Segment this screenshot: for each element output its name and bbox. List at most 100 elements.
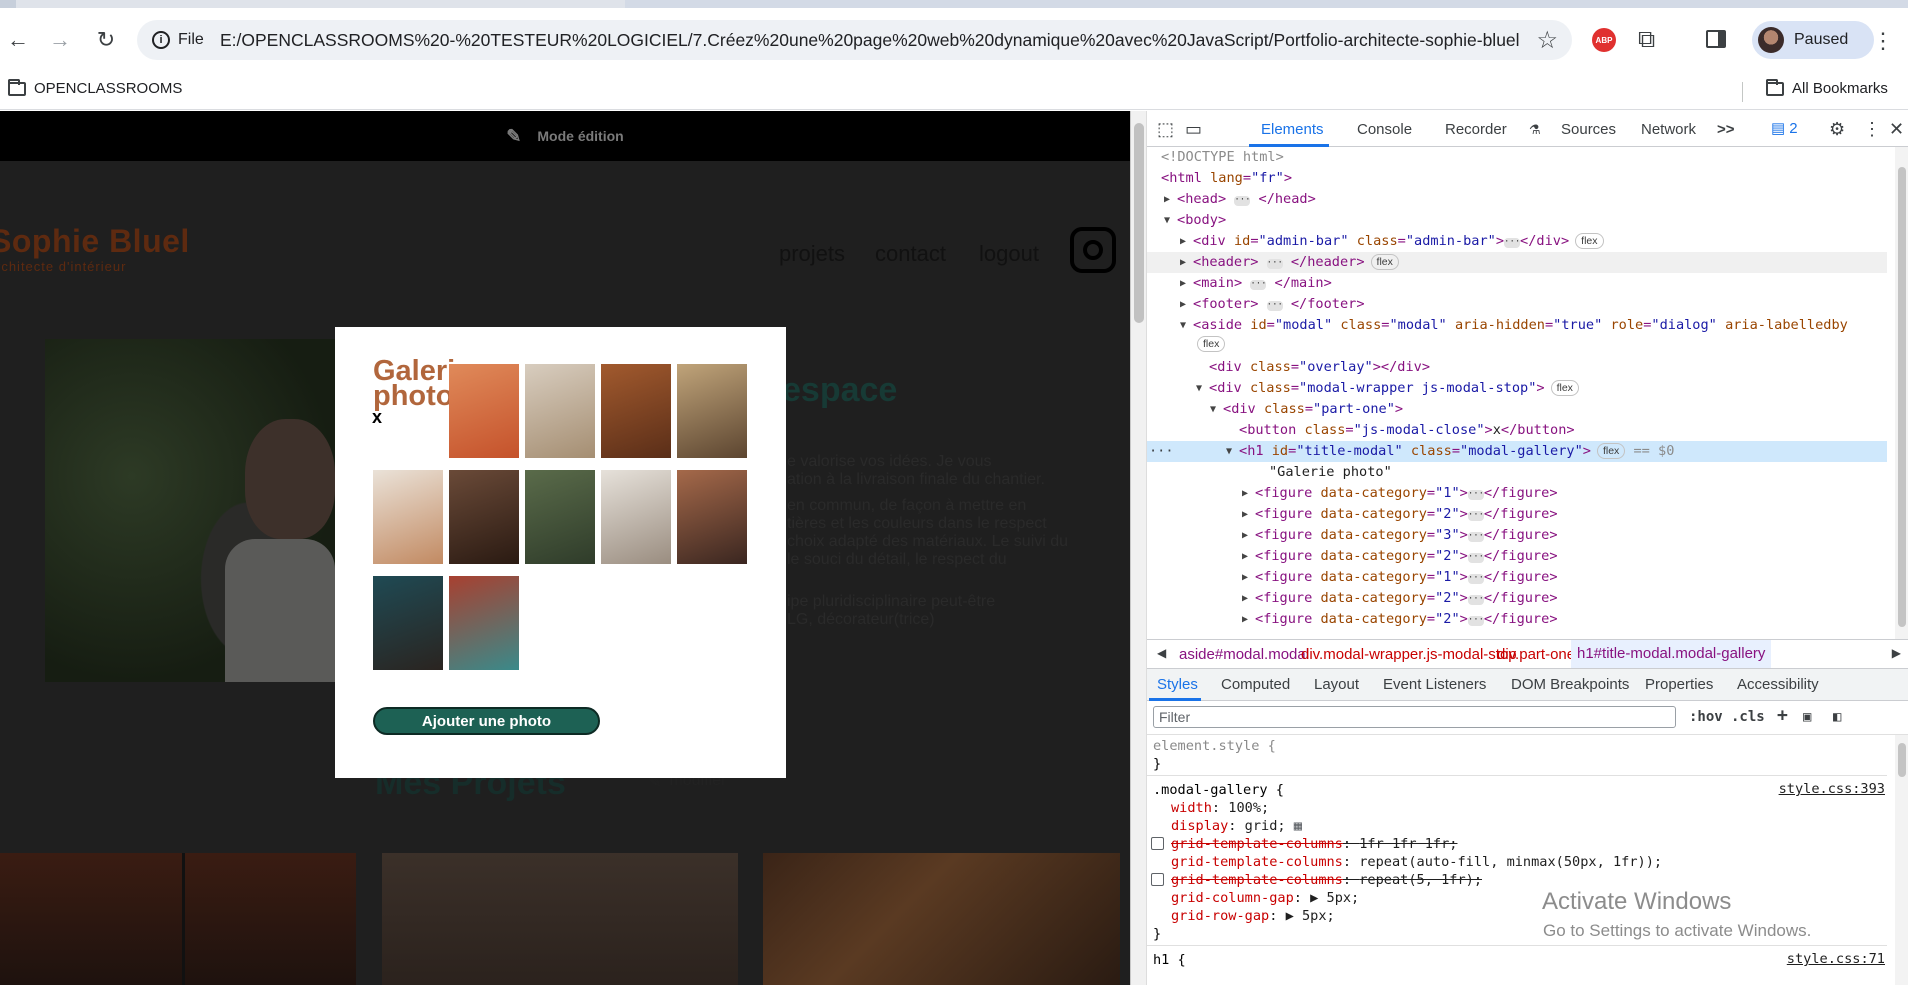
forward-arrow-icon[interactable]: → <box>46 26 74 54</box>
breadcrumb-item[interactable]: div.part-one <box>1497 646 1575 663</box>
dom-line-footer[interactable]: ▶ <footer> ··· </footer> <box>1147 294 1887 315</box>
adblock-icon[interactable]: ABP <box>1592 28 1616 52</box>
dom-scrollbar[interactable] <box>1895 147 1908 639</box>
device-toolbar-icon[interactable]: ▭ <box>1185 119 1202 140</box>
property-checkbox[interactable] <box>1151 873 1164 886</box>
next-rule-selector[interactable]: h1 { <box>1153 951 1186 969</box>
dom-line-main[interactable]: ▶ <main> ··· </main> <box>1147 273 1887 294</box>
css-property[interactable]: width: 100%; <box>1171 799 1269 817</box>
dom-line-head[interactable]: ▶ <head> ··· </head> <box>1147 189 1887 210</box>
tab-previous[interactable] <box>0 0 16 8</box>
expand-triangle-icon[interactable]: ▶ <box>1180 252 1192 273</box>
gallery-thumbnail-bedroom-terracotta[interactable] <box>677 470 747 564</box>
project-tile[interactable] <box>382 853 738 985</box>
tab-layout[interactable]: Layout <box>1314 676 1359 693</box>
dom-line-aside-pill[interactable]: flex <box>1147 336 1887 357</box>
back-arrow-icon[interactable]: ← <box>4 26 32 54</box>
side-panel-icon[interactable] <box>1706 30 1726 48</box>
hov-toggle[interactable]: :hov <box>1689 709 1723 725</box>
tab-sources[interactable]: Sources <box>1561 121 1616 138</box>
add-photo-button[interactable]: Ajouter une photo <box>373 707 600 735</box>
next-rule-source-link[interactable]: style.css:71 <box>1787 951 1885 967</box>
tab-event-listeners[interactable]: Event Listeners <box>1383 676 1486 693</box>
collapse-triangle-icon[interactable]: ▼ <box>1164 210 1176 231</box>
css-property[interactable]: grid-column-gap: ▶ 5px; <box>1171 889 1359 907</box>
scrollbar-thumb[interactable] <box>1134 123 1144 323</box>
breadcrumb-item[interactable]: div.modal-wrapper.js-modal-stop <box>1301 646 1517 663</box>
expand-triangle-icon[interactable]: ▶ <box>1180 294 1192 315</box>
dom-line-figure[interactable]: ▶ <figure data-category="2">···</figure> <box>1147 504 1887 525</box>
tab-recorder[interactable]: Recorder <box>1445 121 1507 138</box>
gallery-thumbnail-hotel-lobby[interactable] <box>677 364 747 458</box>
expand-triangle-icon[interactable]: ▶ <box>1180 231 1192 252</box>
expand-triangle-icon[interactable]: ▶ <box>1242 525 1254 546</box>
gallery-thumbnail-orange-pendant-lamp[interactable] <box>449 364 519 458</box>
filter-input[interactable]: Filter <box>1153 706 1676 728</box>
gallery-thumbnail-beige-arch[interactable] <box>373 470 443 564</box>
dom-line-figure[interactable]: ▶ <figure data-category="2">···</figure> <box>1147 588 1887 609</box>
site-info-chip[interactable]: i File <box>146 27 214 53</box>
settings-gear-icon[interactable]: ⚙ <box>1829 119 1845 140</box>
dom-line-figure[interactable]: ▶ <figure data-category="1">···</figure> <box>1147 567 1887 588</box>
gallery-thumbnail-dark-kitchen[interactable] <box>449 470 519 564</box>
element-style-selector[interactable]: element.style { <box>1153 737 1276 755</box>
new-rule-plus-icon[interactable]: + <box>1777 705 1788 726</box>
expand-triangle-icon[interactable]: ▶ <box>1180 273 1192 294</box>
grid-editor-icon[interactable]: ▦ <box>1294 818 1302 834</box>
flex-pill[interactable]: flex <box>1197 336 1226 352</box>
gallery-thumbnail-white-living-room[interactable] <box>525 364 595 458</box>
tab-computed[interactable]: Computed <box>1221 676 1290 693</box>
css-property[interactable]: grid-template-columns: repeat(5, 1fr); <box>1171 871 1482 889</box>
css-property[interactable]: grid-template-columns: repeat(auto-fill,… <box>1171 853 1662 871</box>
dom-line-modal-wrapper[interactable]: ▼ <div class="modal-wrapper js-modal-sto… <box>1147 378 1887 399</box>
dom-line-part-one[interactable]: ▼ <div class="part-one"> <box>1147 399 1887 420</box>
gallery-thumbnail-red-dining-hall[interactable] <box>449 576 519 670</box>
gallery-thumbnail-wooden-restaurant[interactable] <box>601 364 671 458</box>
css-property[interactable]: display: grid; ▦ <box>1171 817 1302 835</box>
expand-triangle-icon[interactable]: ▶ <box>1242 504 1254 525</box>
issues-badge[interactable]: ▤ 2 <box>1771 119 1798 138</box>
gallery-thumbnail-green-living-room[interactable] <box>525 470 595 564</box>
css-property[interactable]: grid-row-gap: ▶ 5px; <box>1171 907 1335 925</box>
property-checkbox[interactable] <box>1151 837 1164 850</box>
dom-line-button[interactable]: <button class="js-modal-close">x</button… <box>1147 420 1887 441</box>
nav-contact[interactable]: contact <box>875 241 946 267</box>
line-actions-icon[interactable]: ··· <box>1149 441 1174 462</box>
expand-triangle-icon[interactable]: ▶ <box>1242 588 1254 609</box>
site-logo[interactable]: Sophie Bluel <box>0 223 190 260</box>
element-state-icon[interactable]: ▣ <box>1803 709 1811 725</box>
close-devtools-icon[interactable]: ✕ <box>1889 119 1904 140</box>
tab-elements[interactable]: Elements <box>1261 121 1324 138</box>
inspect-element-icon[interactable]: ⬚ <box>1157 119 1174 140</box>
address-bar[interactable]: i File E:/OPENCLASSROOMS%20-%20TESTEUR%2… <box>137 20 1572 60</box>
css-property[interactable]: grid-template-columns: 1fr 1fr 1fr; <box>1171 835 1457 853</box>
page-scrollbar[interactable] <box>1131 111 1147 985</box>
breadcrumb-item[interactable]: aside#modal.modal <box>1179 646 1309 663</box>
url-text[interactable]: E:/OPENCLASSROOMS%20-%20TESTEUR%20LOGICI… <box>220 30 1520 51</box>
dom-line-h1-selected[interactable]: ··· ▼ <h1 id="title-modal" class="modal-… <box>1147 441 1887 462</box>
devtools-menu-icon[interactable]: ⋮ <box>1863 119 1881 140</box>
collapse-triangle-icon[interactable]: ▼ <box>1196 378 1208 399</box>
bookmark-folder-openclassrooms[interactable]: OPENCLASSROOMS <box>8 78 182 97</box>
styles-scrollbar[interactable] <box>1895 735 1908 985</box>
dom-line-figure[interactable]: ▶ <figure data-category="1">···</figure> <box>1147 483 1887 504</box>
dom-line-h1-text[interactable]: "Galerie photo" <box>1147 462 1887 483</box>
dom-line-body[interactable]: ▼ <body> <box>1147 210 1887 231</box>
tab-dom-breakpoints[interactable]: DOM Breakpoints <box>1511 676 1629 693</box>
gallery-thumbnail-white-arch-bath[interactable] <box>601 470 671 564</box>
rule-selector[interactable]: .modal-gallery { <box>1153 781 1284 799</box>
tab-network[interactable]: Network <box>1641 121 1696 138</box>
dom-line-html[interactable]: <html lang="fr"> <box>1147 168 1887 189</box>
reload-icon[interactable]: ↻ <box>92 26 120 54</box>
breadcrumb-right-icon[interactable]: ▶ <box>1892 646 1901 660</box>
dom-line-doctype[interactable]: <!DOCTYPE html> <box>1147 147 1887 168</box>
tab-styles[interactable]: Styles <box>1157 676 1198 693</box>
breadcrumb-item-active[interactable]: h1#title-modal.modal-gallery <box>1571 640 1772 668</box>
close-button[interactable]: x <box>372 407 382 428</box>
expand-triangle-icon[interactable]: ▶ <box>1242 483 1254 504</box>
project-tile[interactable] <box>763 853 1120 985</box>
tab-properties[interactable]: Properties <box>1645 676 1713 693</box>
collapse-triangle-icon[interactable]: ▼ <box>1180 315 1192 336</box>
all-bookmarks-button[interactable]: All Bookmarks <box>1766 78 1888 97</box>
tab-accessibility[interactable]: Accessibility <box>1737 676 1819 693</box>
